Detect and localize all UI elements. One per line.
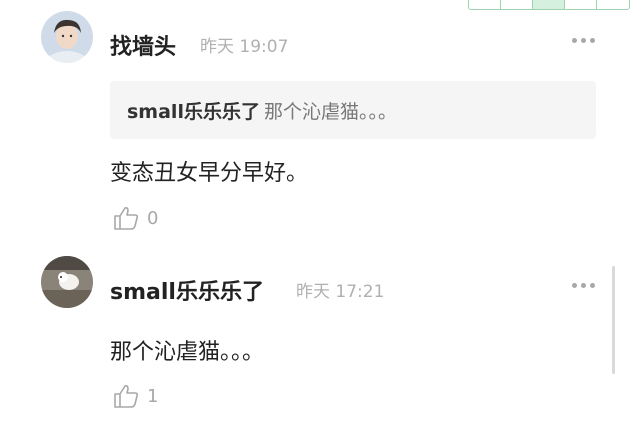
more-dots-icon[interactable] (572, 283, 595, 288)
like-count: 1 (147, 385, 159, 407)
comment-text: 那个沁虐猫。。。 (110, 340, 265, 365)
scrollbar[interactable] (612, 266, 615, 374)
user-avatar-image (41, 256, 93, 308)
thumbs-up-icon (114, 385, 139, 408)
avatar[interactable] (41, 256, 93, 308)
username[interactable]: small乐乐乐了 (110, 274, 264, 306)
comment-list: 找墙头 昨天 19:07 small乐乐乐了 那个沁虐猫。。。 变态丑女早分早好… (0, 0, 638, 423)
like-button[interactable]: 1 (113, 383, 158, 409)
comment-item: small乐乐乐了 昨天 17:21 那个沁虐猫。。。 1 (0, 0, 638, 423)
timestamp: 昨天 17:21 (296, 282, 385, 302)
